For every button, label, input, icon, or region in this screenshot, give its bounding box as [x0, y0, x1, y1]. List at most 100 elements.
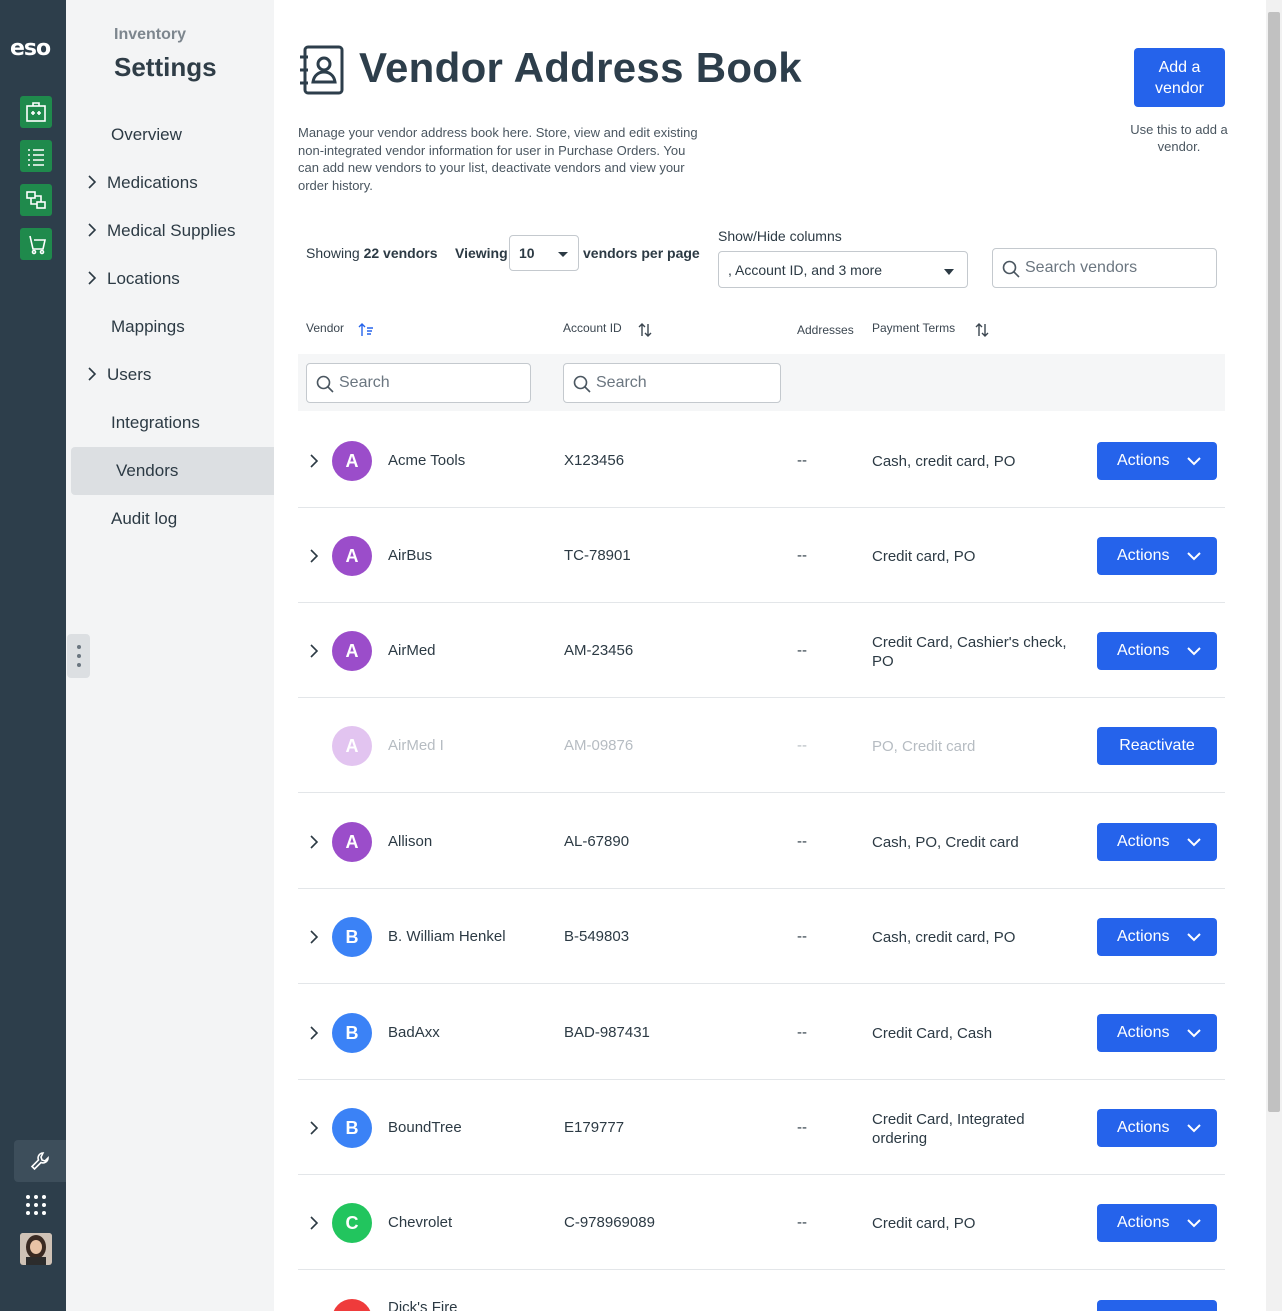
address-book-icon [300, 45, 344, 95]
chevron-right-icon [88, 367, 97, 381]
payment-terms: PO, Credit card [872, 738, 976, 755]
vendor-filter-input[interactable] [339, 364, 519, 402]
chevron-right-icon[interactable] [308, 929, 320, 945]
payment-terms: Credit Card, Cashier's check, PO [872, 634, 1067, 670]
page-title: Vendor Address Book [359, 44, 802, 91]
chevron-right-icon[interactable] [308, 548, 320, 564]
vendor-avatar: A [332, 822, 372, 862]
chevron-right-icon[interactable] [308, 834, 320, 850]
settings-wrench-icon[interactable] [14, 1140, 66, 1182]
nav-item-medical-supplies[interactable]: Medical Supplies [66, 207, 274, 255]
viewing-label: Viewing [455, 245, 508, 261]
per-page-select[interactable]: 10 [509, 235, 579, 271]
actions-label: Actions [1117, 1214, 1170, 1231]
table-row: A AirMed AM-23456 -- Credit Card, Cashie… [298, 603, 1225, 698]
nav-item-label: Locations [107, 269, 180, 288]
nav-item-label: Integrations [111, 413, 200, 432]
table-row-inactive: A AirMed I AM-09876 -- PO, Credit card R… [298, 698, 1225, 793]
sort-icon[interactable] [637, 322, 653, 338]
nav-item-medications[interactable]: Medications [66, 159, 274, 207]
vendor-name: BadAxx [388, 1024, 440, 1041]
payment-terms: Cash, credit card, PO [872, 929, 1016, 946]
actions-button[interactable]: Actions [1097, 1109, 1217, 1147]
columns-select[interactable]: , Account ID, and 3 more [718, 251, 968, 288]
nav-breadcrumb: Inventory [114, 26, 187, 43]
page-scrollbar[interactable] [1266, 0, 1282, 1311]
caret-down-icon [558, 252, 568, 257]
actions-button[interactable]: Actions [1097, 442, 1217, 480]
app-rail: eso [0, 0, 66, 1311]
nav-item-audit-log[interactable]: Audit log [66, 495, 274, 543]
chevron-right-icon[interactable] [308, 643, 320, 659]
actions-button[interactable]: Actions [1097, 1204, 1217, 1242]
addresses: -- [797, 1119, 807, 1136]
nav-item-label: Medications [107, 173, 198, 192]
account-filter-input[interactable] [596, 364, 776, 402]
add-vendor-button[interactable]: Add a vendor [1134, 48, 1225, 107]
vendor-search-box [992, 248, 1217, 288]
caret-down-icon [944, 269, 954, 275]
cart-app-icon[interactable] [20, 228, 52, 260]
nav-item-label: Audit log [111, 509, 178, 528]
nav-item-vendors[interactable]: Vendors [71, 447, 274, 495]
actions-label: Actions [1117, 1024, 1170, 1041]
chevron-right-icon[interactable] [308, 453, 320, 469]
nav-item-integrations[interactable]: Integrations [66, 399, 274, 447]
nav-item-overview[interactable]: Overview [66, 111, 274, 159]
vendor-name: AirMed I [388, 737, 444, 754]
table-row: A AirBus TC-78901 -- Credit card, PO Act… [298, 508, 1225, 603]
account-id: BAD-987431 [564, 1024, 650, 1041]
nav-collapse-handle[interactable] [67, 634, 90, 678]
nav-item-label: Overview [111, 125, 182, 144]
table-row: B BoundTree E179777 -- Credit Card, Inte… [298, 1080, 1225, 1175]
addresses: -- [797, 1024, 807, 1041]
table-row: A Allison AL-67890 -- Cash, PO, Credit c… [298, 794, 1225, 889]
actions-label: Actions [1117, 833, 1170, 850]
column-header-payment-terms[interactable]: Payment Terms [872, 321, 955, 335]
actions-button[interactable]: Actions [1097, 823, 1217, 861]
column-header-vendor[interactable]: Vendor [306, 321, 344, 335]
reactivate-button[interactable]: Reactivate [1097, 727, 1217, 765]
chevron-down-icon [1187, 1219, 1201, 1228]
nav-item-mappings[interactable]: Mappings [66, 303, 274, 351]
chevron-right-icon[interactable] [308, 1025, 320, 1041]
vendor-avatar: A [332, 536, 372, 576]
vendor-search-input[interactable] [1025, 249, 1210, 287]
chevron-right-icon[interactable] [308, 1215, 320, 1231]
actions-button[interactable]: Actions [1097, 537, 1217, 575]
payment-terms: Credit card, PO [872, 1215, 976, 1232]
sort-ascending-icon[interactable] [358, 322, 374, 338]
page-description: Manage your vendor address book here. St… [298, 125, 698, 193]
actions-button[interactable]: Actions [1097, 632, 1217, 670]
table-row: A Acme Tools X123456 -- Cash, credit car… [298, 413, 1225, 508]
column-header-addresses: Addresses [797, 323, 854, 337]
vendor-avatar: D [332, 1299, 372, 1311]
inventory-app-icon[interactable] [20, 96, 52, 128]
app-grid-icon[interactable] [25, 1194, 47, 1216]
columns-value: , Account ID, and 3 more [728, 262, 883, 278]
chevron-down-icon [1187, 838, 1201, 847]
nav-item-users[interactable]: Users [66, 351, 274, 399]
vendor-avatar: A [332, 631, 372, 671]
chevron-down-icon [1187, 457, 1201, 466]
actions-label: Actions [1117, 642, 1170, 659]
account-id: AM-09876 [564, 737, 634, 754]
eso-logo: eso [10, 36, 51, 61]
per-page-label: vendors per page [583, 245, 700, 261]
list-app-icon[interactable] [20, 140, 52, 172]
chevron-down-icon [1187, 647, 1201, 656]
add-vendor-help: Use this to add a vendor. [1130, 122, 1228, 154]
vendor-avatar: B [332, 917, 372, 957]
scrollbar-thumb[interactable] [1268, 12, 1280, 1112]
chevron-right-icon[interactable] [308, 1120, 320, 1136]
actions-button[interactable]: Actions [1097, 1300, 1217, 1311]
sort-icon[interactable] [974, 322, 990, 338]
account-id: AL-67890 [564, 833, 630, 850]
nav-item-locations[interactable]: Locations [66, 255, 274, 303]
user-avatar[interactable] [20, 1233, 52, 1265]
column-header-account-id[interactable]: Account ID [563, 321, 622, 335]
actions-button[interactable]: Actions [1097, 918, 1217, 956]
transfer-app-icon[interactable] [20, 184, 52, 216]
actions-button[interactable]: Actions [1097, 1014, 1217, 1052]
addresses: -- [797, 1214, 807, 1231]
